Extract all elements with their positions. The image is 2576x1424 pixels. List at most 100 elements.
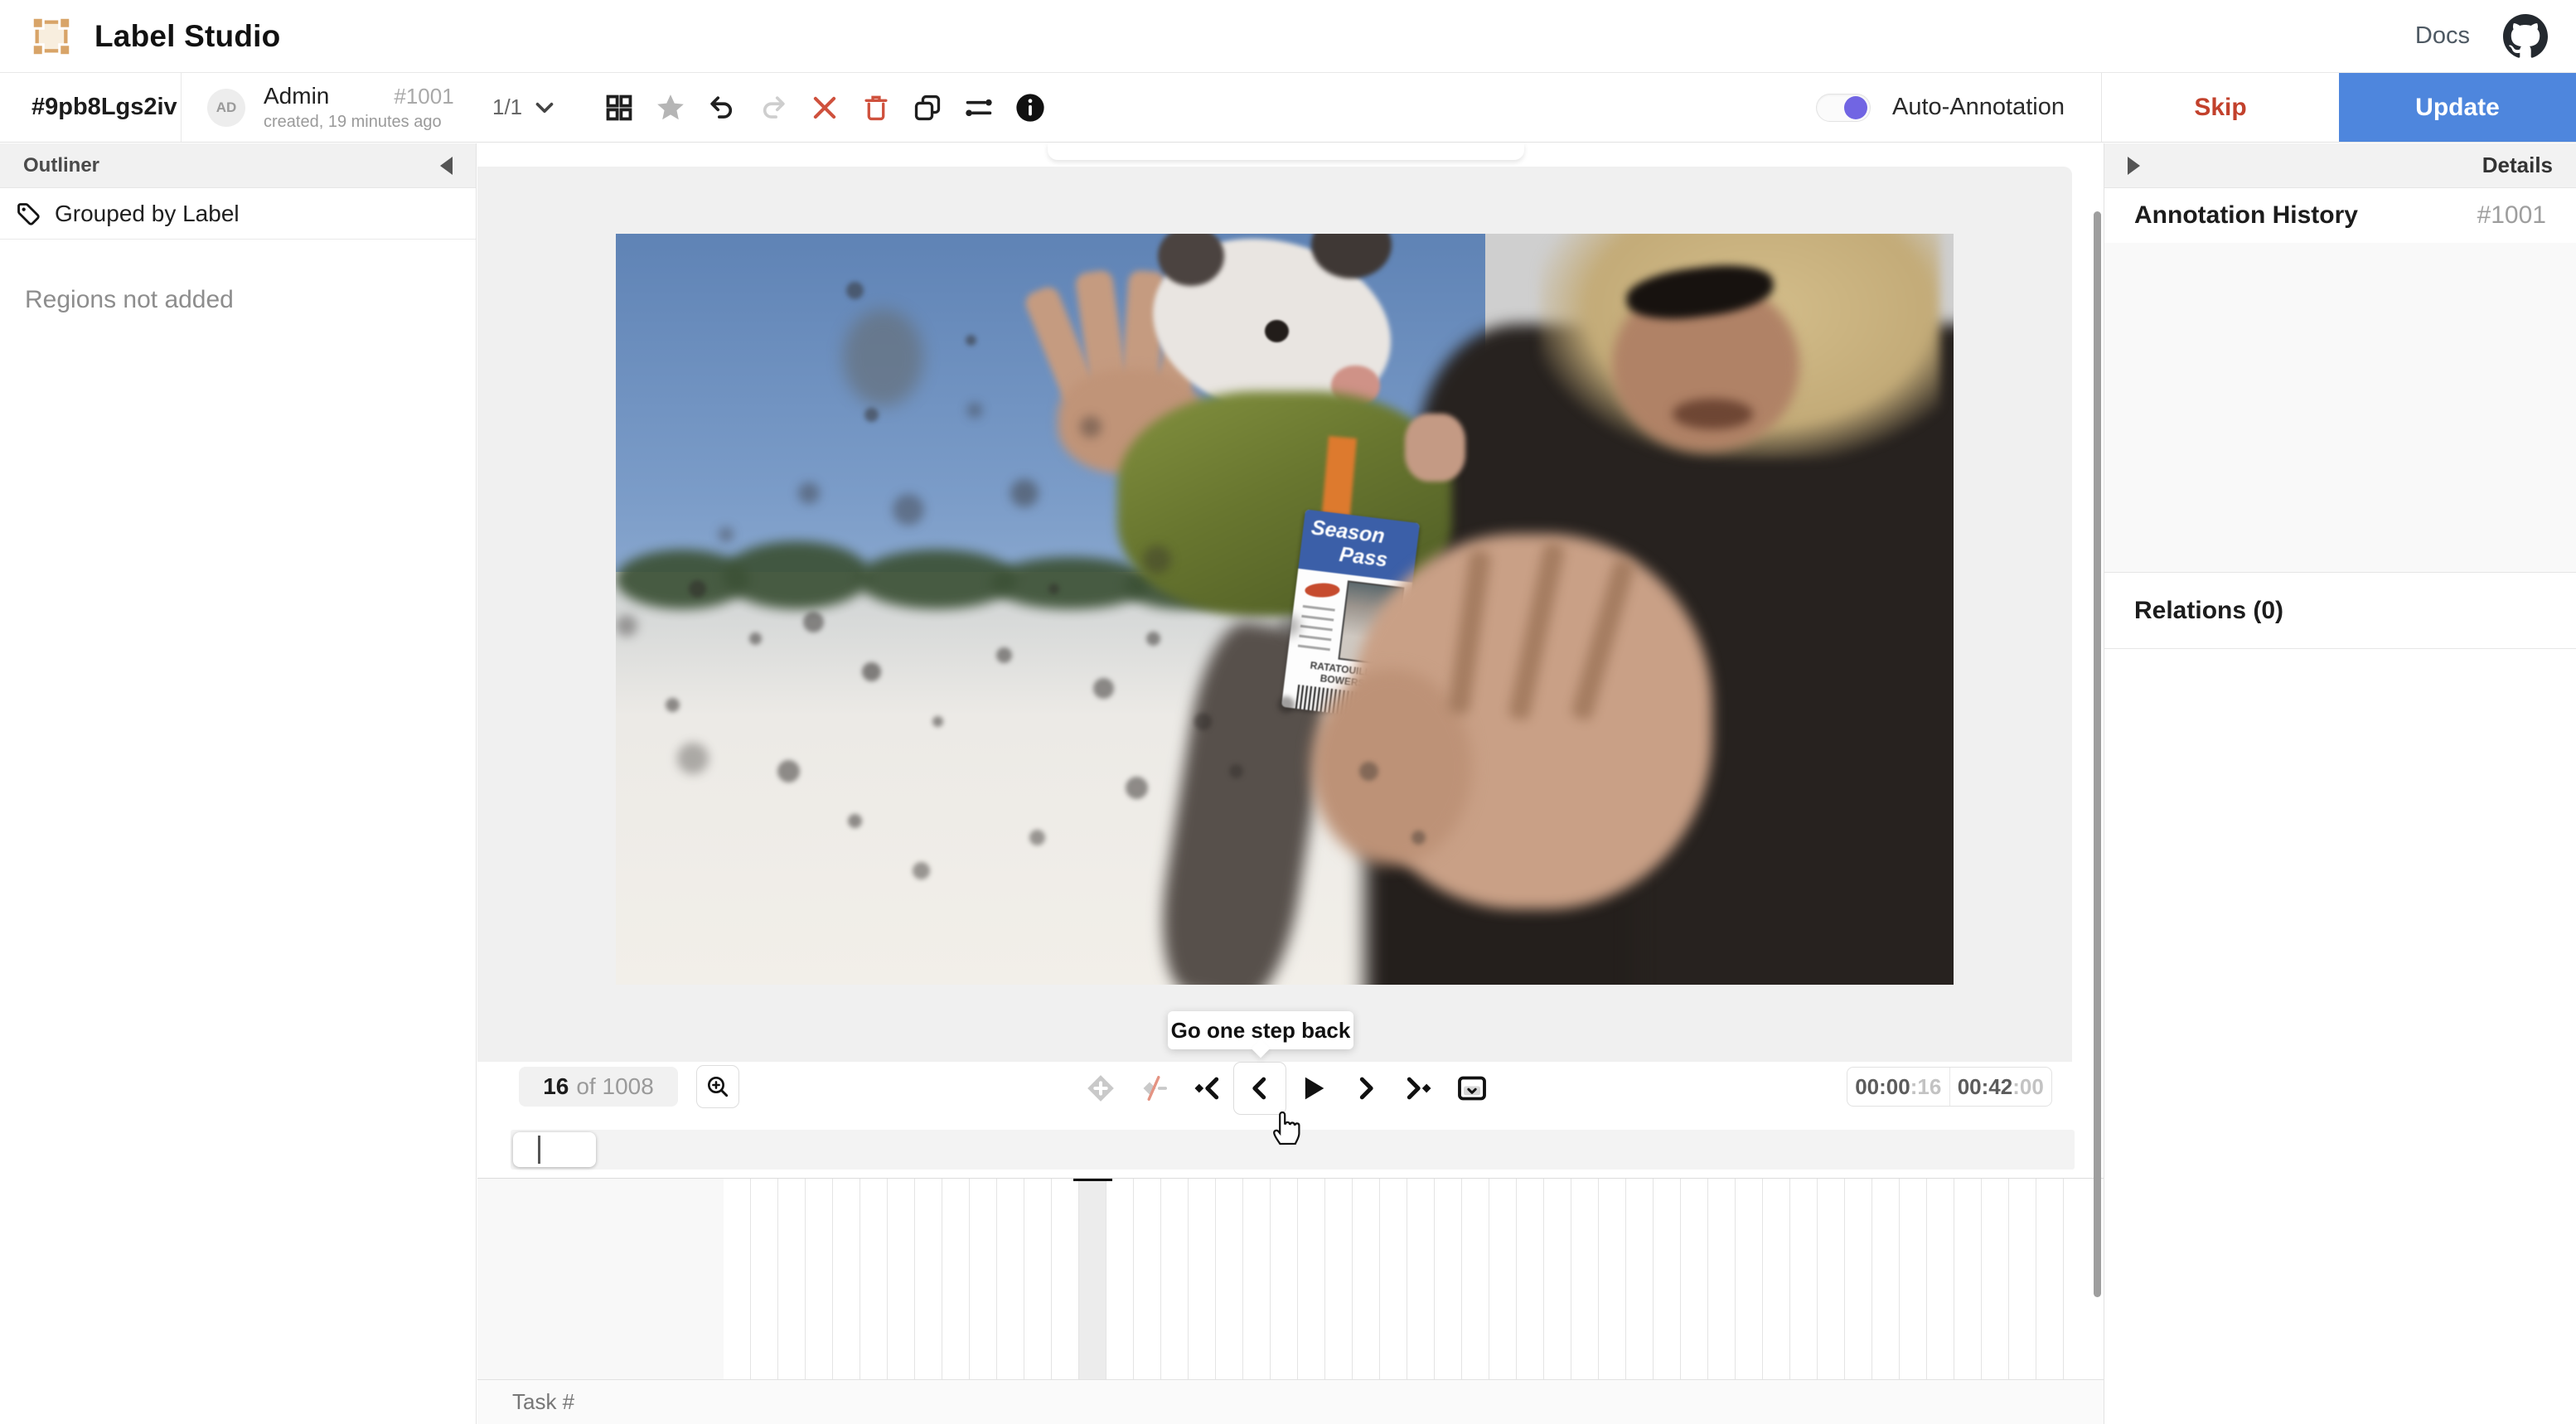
timeline-frame-column[interactable] (1626, 1179, 1654, 1379)
timeline-frame-column[interactable] (833, 1179, 860, 1379)
app-title: Label Studio (94, 19, 280, 54)
duplicate-button[interactable] (902, 82, 953, 133)
timeline-frame-column[interactable] (970, 1179, 997, 1379)
timeline-frame-column[interactable] (1544, 1179, 1571, 1379)
frames-control-button[interactable] (1445, 1062, 1499, 1115)
timeline-frame-column[interactable] (1571, 1179, 1599, 1379)
star-icon (655, 92, 686, 124)
grid-view-button[interactable] (593, 82, 645, 133)
timeline-frame-column[interactable] (1243, 1179, 1271, 1379)
info-button[interactable] (1005, 82, 1056, 133)
timeline-frame-column[interactable] (1462, 1179, 1489, 1379)
trash-icon (860, 92, 892, 124)
timeline-frame-column[interactable] (915, 1179, 942, 1379)
task-footer: Task # (477, 1379, 2104, 1424)
timeline-frame-column[interactable] (1954, 1179, 1982, 1379)
timeline-frame-column[interactable] (1654, 1179, 1681, 1379)
keypoint-add-button[interactable] (1074, 1062, 1127, 1115)
timeline-frame-column[interactable] (1681, 1179, 1708, 1379)
timeline-playhead[interactable] (1073, 1179, 1112, 1181)
timeline-frame-column[interactable] (1763, 1179, 1790, 1379)
expand-right-icon[interactable] (2128, 157, 2140, 175)
copy-icon (912, 92, 943, 124)
timeline-frame-column[interactable] (2009, 1179, 2036, 1379)
docs-link[interactable]: Docs (2415, 22, 2470, 50)
timeline-frame-column[interactable] (724, 1179, 751, 1379)
zoom-in-button[interactable] (696, 1065, 739, 1108)
group-by-label-control[interactable]: Grouped by Label (0, 188, 476, 240)
chevron-down-icon[interactable] (530, 94, 559, 122)
step-forward-button[interactable] (1339, 1062, 1392, 1115)
github-icon[interactable] (2503, 14, 2548, 59)
timeline-frame-column[interactable] (1161, 1179, 1189, 1379)
timeline-frame-column[interactable] (1435, 1179, 1462, 1379)
auto-annotation-toggle[interactable] (1816, 94, 1871, 122)
collapse-left-icon[interactable] (440, 157, 453, 175)
annotation-history-title: Annotation History (2134, 201, 2358, 230)
timeline-frame-column[interactable] (997, 1179, 1024, 1379)
next-keypoint-button[interactable] (1392, 1062, 1445, 1115)
timeline-frame-column[interactable] (778, 1179, 806, 1379)
keypoint-remove-button[interactable] (1127, 1062, 1180, 1115)
info-icon (1014, 92, 1046, 124)
timeline-frame-column[interactable] (1489, 1179, 1517, 1379)
video-frame[interactable]: Season Pass RATATOUILLE BOWERS (616, 234, 1954, 985)
timeline-frame-grid[interactable] (724, 1179, 2104, 1379)
timeline-frame-column[interactable] (1380, 1179, 1407, 1379)
prev-keypoint-button[interactable] (1180, 1062, 1233, 1115)
annotation-history-id: #1001 (2477, 201, 2546, 230)
seekbar-position-line (538, 1136, 540, 1164)
timeline-frame-column[interactable] (1517, 1179, 1544, 1379)
avatar: AD (207, 89, 245, 127)
timeline-frame-column[interactable] (1708, 1179, 1736, 1379)
timeline[interactable] (477, 1178, 2104, 1379)
timeline-frame-column[interactable] (1872, 1179, 1900, 1379)
timeline-frame-column[interactable] (1818, 1179, 1845, 1379)
timeline-frame-column[interactable] (1736, 1179, 1763, 1379)
timeline-frame-column[interactable] (1052, 1179, 1079, 1379)
timeline-frame-column[interactable] (1024, 1179, 1052, 1379)
timeline-frame-column[interactable] (1927, 1179, 1954, 1379)
label-studio-logo-icon (30, 15, 73, 58)
timeline-current-frame-column[interactable] (1079, 1179, 1106, 1379)
boxed-chevron-down-icon (1455, 1072, 1489, 1105)
timeline-frame-column[interactable] (888, 1179, 915, 1379)
timeline-frame-column[interactable] (1271, 1179, 1298, 1379)
timeline-frame-column[interactable] (1790, 1179, 1818, 1379)
frame-counter[interactable]: 16 of 1008 (519, 1067, 678, 1107)
skip-button[interactable]: Skip (2101, 73, 2339, 142)
timeline-frame-column[interactable] (1353, 1179, 1380, 1379)
play-icon (1296, 1072, 1329, 1105)
timeline-frame-column[interactable] (860, 1179, 888, 1379)
timeline-frame-column[interactable] (1407, 1179, 1435, 1379)
seekbar-handle[interactable] (513, 1132, 596, 1167)
reject-button[interactable] (799, 82, 850, 133)
update-button[interactable]: Update (2339, 73, 2576, 142)
auto-annotation-label: Auto-Annotation (1892, 94, 2065, 121)
vertical-scrollbar[interactable] (2094, 211, 2101, 1297)
redo-button[interactable] (748, 82, 799, 133)
timeline-frame-column[interactable] (1189, 1179, 1216, 1379)
delete-button[interactable] (850, 82, 902, 133)
timeline-frame-column[interactable] (2036, 1179, 2064, 1379)
timeline-frame-column[interactable] (806, 1179, 833, 1379)
timeline-frame-column[interactable] (1845, 1179, 1872, 1379)
timeline-frame-column[interactable] (1106, 1179, 1134, 1379)
relations-button[interactable] (953, 82, 1005, 133)
timeline-frame-column[interactable] (1298, 1179, 1325, 1379)
timeline-frame-column[interactable] (1982, 1179, 2009, 1379)
timeline-frame-column[interactable] (1134, 1179, 1161, 1379)
timeline-frame-column[interactable] (942, 1179, 970, 1379)
diamond-slash-icon (1137, 1072, 1170, 1105)
annotator-info[interactable]: AD Admin #1001 created, 19 minutes ago (207, 73, 454, 142)
chevron-right-diamond-icon (1402, 1072, 1436, 1105)
top-header: Label Studio Docs (0, 0, 2576, 73)
undo-button[interactable] (696, 82, 748, 133)
timeline-frame-column[interactable] (1325, 1179, 1353, 1379)
timeline-frame-column[interactable] (1599, 1179, 1626, 1379)
annotation-pager: 1/1 (492, 94, 522, 120)
timeline-frame-column[interactable] (1216, 1179, 1243, 1379)
timeline-frame-column[interactable] (751, 1179, 778, 1379)
star-button[interactable] (645, 82, 696, 133)
timeline-frame-column[interactable] (1900, 1179, 1927, 1379)
